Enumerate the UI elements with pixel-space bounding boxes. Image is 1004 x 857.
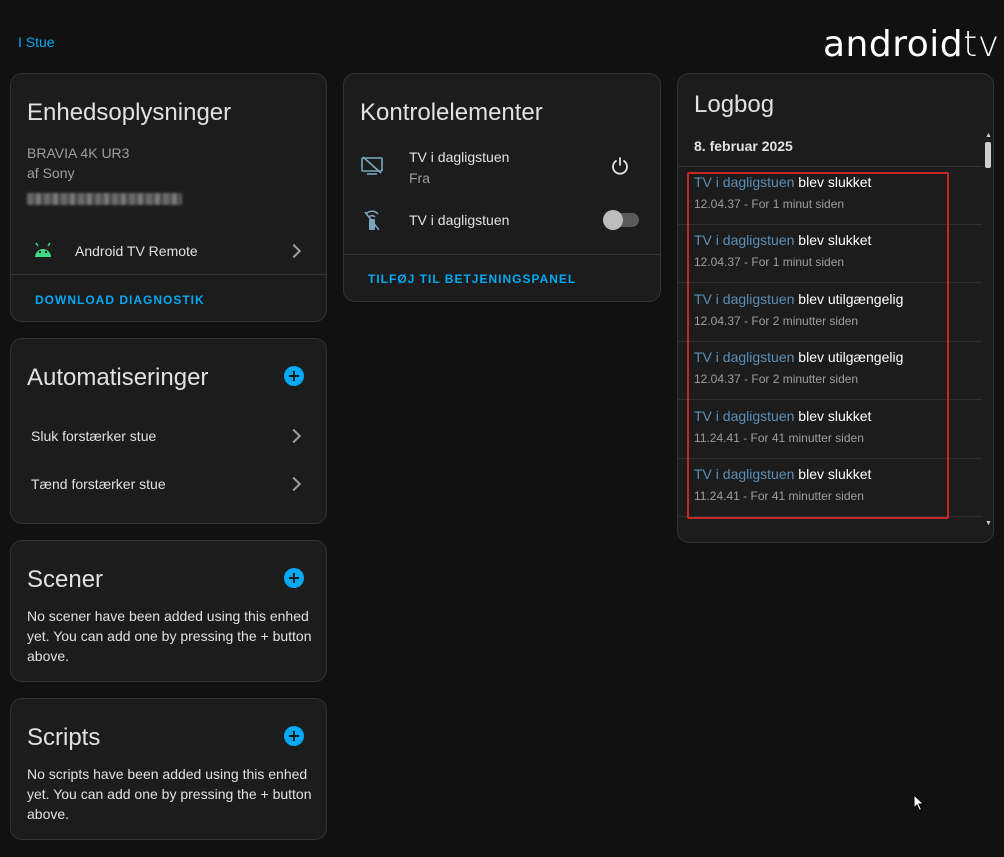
logbook-date-header: 8. februar 2025 — [694, 138, 793, 154]
android-tv-logo: androidtv — [823, 24, 1000, 65]
log-message: blev slukket — [798, 232, 872, 248]
logbook-scrollbar[interactable] — [985, 142, 991, 168]
log-timestamp: 11.24.41 - For 41 minutter siden — [694, 489, 864, 503]
logo-text-android: android — [823, 24, 964, 65]
control-row-tv[interactable]: TV i dagligstuen Fra — [344, 146, 660, 190]
log-timestamp: 12.04.37 - For 2 minutter siden — [694, 372, 859, 386]
scenes-title: Scener — [27, 566, 104, 593]
logo-text-tv: tv — [963, 24, 1000, 65]
logbook-card: Logbog 8. februar 2025 TV i dagligstuen … — [677, 73, 994, 543]
integration-label: Android TV Remote — [75, 243, 198, 259]
device-manufacturer: af Sony — [27, 165, 75, 181]
log-entity-link[interactable]: TV i dagligstuen — [694, 291, 794, 307]
log-timestamp: 12.04.37 - For 1 minut siden — [694, 197, 845, 211]
log-entry: TV i dagligstuen blev utilgængelig 12.04… — [678, 342, 982, 400]
logbook-title: Logbog — [694, 91, 775, 118]
log-message: blev slukket — [798, 466, 872, 482]
download-diagnostics-button[interactable]: DOWNLOAD DIAGNOSTIK — [35, 293, 205, 307]
automation-label: Tænd forstærker stue — [31, 476, 166, 492]
tv-off-icon — [361, 156, 383, 181]
divider — [344, 254, 660, 255]
add-to-dashboard-button[interactable]: TILFØJ TIL BETJENINGSPANEL — [368, 272, 576, 286]
log-entry: TV i dagligstuen blev slukket 11.24.41 -… — [678, 459, 982, 517]
scripts-empty-text: No scripts have been added using this en… — [27, 766, 312, 822]
automation-label: Sluk forstærker stue — [31, 428, 157, 444]
automations-card: Automatiseringer Sluk forstærker stue Tæ… — [10, 338, 327, 524]
toggle-knob — [603, 210, 623, 230]
scroll-down-arrow-icon[interactable]: ▼ — [985, 520, 992, 527]
controls-title: Kontrolelementer — [360, 99, 543, 126]
divider — [11, 274, 326, 275]
controls-card: Kontrolelementer TV i dagligstuen Fra TV… — [343, 73, 661, 302]
log-entry: TV i dagligstuen blev slukket 12.04.37 -… — [678, 167, 982, 225]
log-timestamp: 11.24.41 - For 41 minutter siden — [694, 431, 864, 445]
android-icon — [33, 242, 53, 263]
log-entry: TV i dagligstuen blev utilgængelig 12.04… — [678, 284, 982, 342]
log-entry-text: TV i dagligstuen blev slukket — [694, 232, 871, 248]
log-entry-text: TV i dagligstuen blev utilgængelig — [694, 291, 903, 307]
device-model: BRAVIA 4K UR3 — [27, 145, 130, 161]
scripts-title: Scripts — [27, 724, 101, 751]
automation-item[interactable]: Sluk forstærker stue — [11, 419, 326, 451]
log-entry: TV i dagligstuen blev slukket 11.24.41 -… — [678, 401, 982, 459]
log-message: blev slukket — [798, 408, 872, 424]
log-entry-text: TV i dagligstuen blev utilgængelig — [694, 349, 903, 365]
chevron-right-icon — [286, 428, 302, 444]
control-row-remote[interactable]: TV i dagligstuen — [344, 202, 660, 238]
control-name: TV i dagligstuen — [409, 149, 510, 165]
log-entity-link[interactable]: TV i dagligstuen — [694, 408, 794, 424]
remote-off-icon — [363, 208, 381, 237]
scripts-card: Scripts No scripts have been added using… — [10, 698, 327, 840]
log-entity-link[interactable]: TV i dagligstuen — [694, 466, 794, 482]
add-scene-button[interactable] — [284, 568, 304, 588]
log-timestamp: 12.04.37 - For 2 minutter siden — [694, 314, 859, 328]
log-entry-text: TV i dagligstuen blev slukket — [694, 466, 871, 482]
integration-row[interactable]: Android TV Remote — [11, 230, 326, 270]
scenes-card: Scener No scener have been added using t… — [10, 540, 327, 682]
logbook-list[interactable]: TV i dagligstuen blev slukket 12.04.37 -… — [678, 167, 982, 542]
add-script-button[interactable] — [284, 726, 304, 746]
redacted-identifier — [27, 193, 182, 205]
device-info-title: Enhedsoplysninger — [27, 99, 232, 126]
power-icon[interactable] — [610, 156, 630, 181]
log-entity-link[interactable]: TV i dagligstuen — [694, 349, 794, 365]
scenes-empty-text: No scener have been added using this enh… — [27, 608, 312, 664]
log-timestamp: 12.04.37 - For 1 minut siden — [694, 255, 845, 269]
log-entity-link[interactable]: TV i dagligstuen — [694, 174, 794, 190]
log-entry-text: TV i dagligstuen blev slukket — [694, 174, 871, 190]
log-entry-text: TV i dagligstuen blev slukket — [694, 408, 871, 424]
log-entity-link[interactable]: TV i dagligstuen — [694, 232, 794, 248]
automation-item[interactable]: Tænd forstærker stue — [11, 467, 326, 499]
control-name: TV i dagligstuen — [409, 212, 510, 228]
scroll-up-arrow-icon[interactable]: ▲ — [985, 132, 992, 139]
device-info-card: Enhedsoplysninger BRAVIA 4K UR3 af Sony … — [10, 73, 327, 322]
add-automation-button[interactable] — [284, 366, 304, 386]
mouse-cursor-icon — [913, 793, 925, 817]
log-message: blev utilgængelig — [798, 291, 904, 307]
log-entry: TV i dagligstuen blev slukket 12.04.37 -… — [678, 225, 982, 283]
log-message: blev slukket — [798, 174, 872, 190]
log-message: blev utilgængelig — [798, 349, 904, 365]
area-link[interactable]: I Stue — [18, 34, 55, 50]
automations-title: Automatiseringer — [27, 364, 209, 391]
tv-toggle-switch[interactable] — [603, 210, 639, 230]
chevron-right-icon — [286, 243, 302, 259]
chevron-right-icon — [286, 476, 302, 492]
control-state: Fra — [409, 170, 430, 186]
